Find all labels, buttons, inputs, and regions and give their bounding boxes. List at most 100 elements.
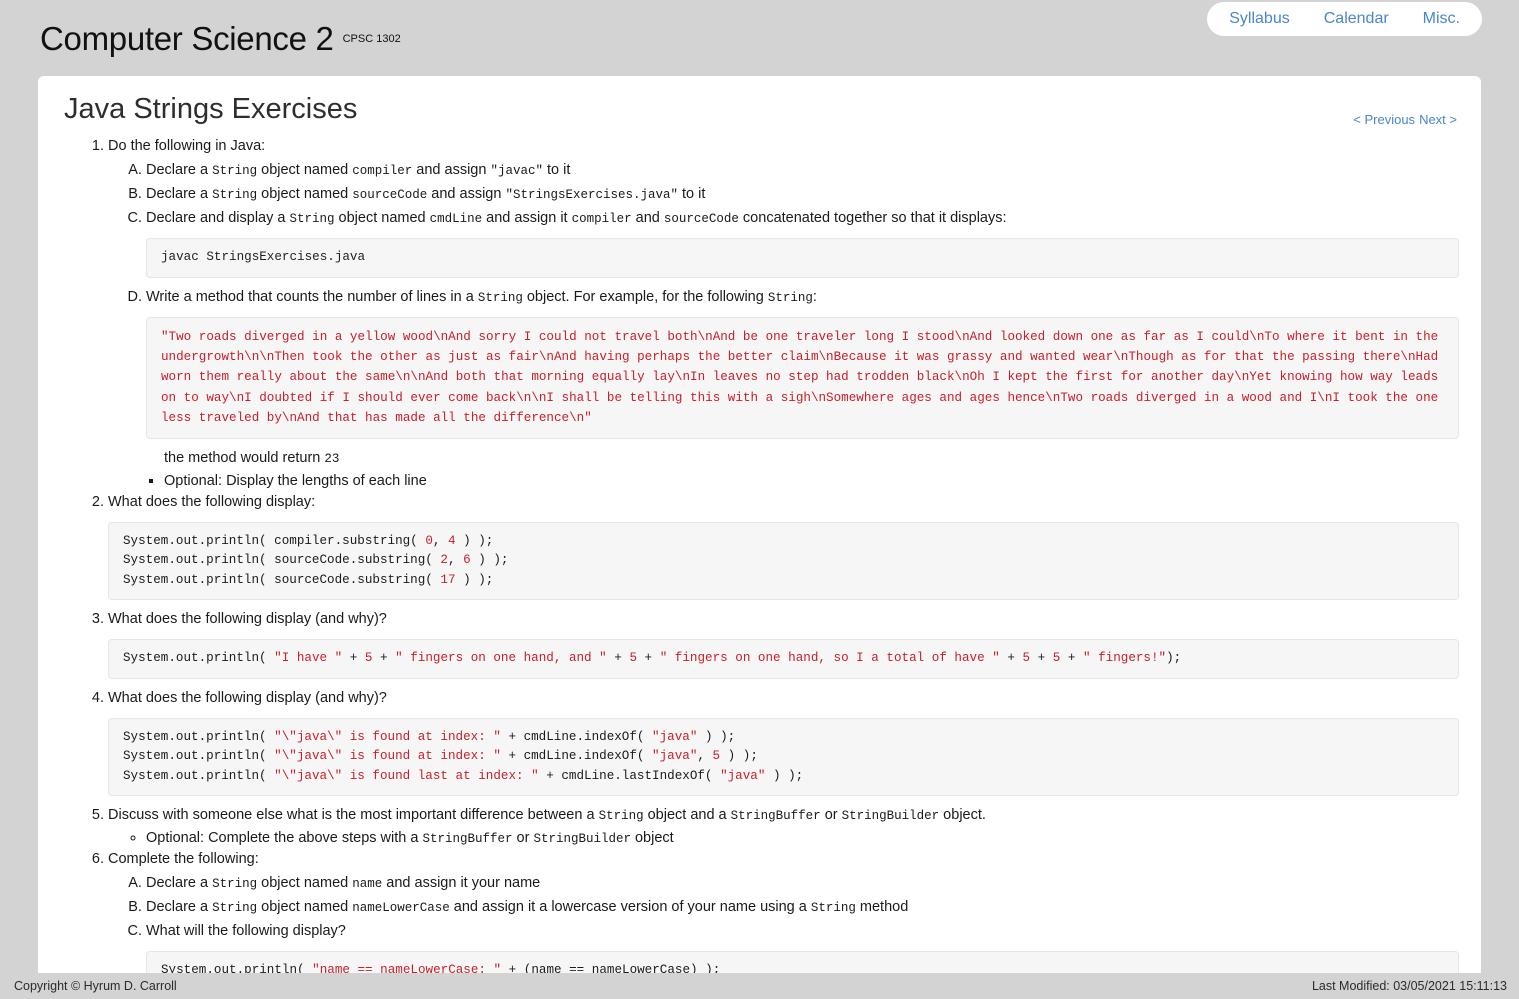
q1d-text-2: object. For example, for the following (522, 288, 768, 305)
nav-link-misc[interactable]: Misc. (1423, 10, 1460, 28)
main-nav: Syllabus Calendar Misc. (1207, 2, 1482, 36)
page-title: Java Strings Exercises (64, 93, 358, 125)
q6-prompt: Complete the following: (108, 851, 259, 868)
q5-type-3: StringBuilder (841, 809, 940, 824)
pager: < Previous Next > (1353, 112, 1457, 127)
q4-prompt: What does the following display (and why… (108, 689, 387, 706)
exercise-list: Do the following in Java: Declare a Stri… (60, 136, 1459, 973)
q1a-text-1: Declare a (146, 162, 213, 179)
list-item-3: What does the following display (and why… (108, 609, 1459, 679)
q1b-type: String (212, 188, 258, 203)
next-link[interactable]: Next > (1419, 112, 1457, 127)
q1c-text-5: concatenated together so that it display… (738, 210, 1007, 227)
q1d-poem-block: "Two roads diverged in a yellow wood\nAn… (146, 316, 1459, 439)
q2-code-block: System.out.println( compiler.substring( … (108, 521, 1459, 601)
q5opt-text-3: object (630, 830, 674, 847)
q5-text-2: object and a (643, 807, 731, 824)
q1d-optional-item: Optional: Display the lengths of each li… (164, 471, 1459, 492)
q1c-var: cmdLine (429, 212, 483, 227)
q1c-var3: sourceCode (663, 212, 739, 227)
q3-prompt: What does the following display (and why… (108, 611, 387, 628)
q6c-prompt: What will the following display? (146, 923, 346, 940)
q1c-text-3: and assign it (482, 210, 572, 227)
q1c-type: String (289, 212, 335, 227)
q5-type-1: String (598, 809, 644, 824)
q1d-type: String (477, 290, 523, 305)
q1c-text-4: and (631, 210, 664, 227)
list-item-6: Complete the following: Declare a String… (108, 849, 1459, 973)
q1a-text-2: object named (257, 162, 353, 179)
q1b-text-4: to it (677, 186, 706, 203)
q1-item-a: Declare a String object named compiler a… (146, 160, 1459, 181)
q1b-var: sourceCode (352, 188, 428, 203)
q1c-var2: compiler (571, 212, 632, 227)
q1b-text-3: and assign (427, 186, 506, 203)
q5-type-2: StringBuffer (730, 809, 821, 824)
q6b-var: nameLowerCase (352, 901, 450, 916)
q1c-code-block: javac StringsExercises.java (146, 238, 1459, 278)
q1-item-c: Declare and display a String object name… (146, 208, 1459, 278)
content-card: Java Strings Exercises < Previous Next > … (38, 76, 1481, 973)
site-header: Computer Science 2 CPSC 1302 Syllabus Ca… (0, 0, 1519, 70)
q1d-type2: String (767, 290, 813, 305)
q2-prompt: What does the following display: (108, 493, 316, 510)
q1b-text-1: Declare a (146, 186, 213, 203)
q6-sublist: Declare a String object named name and a… (108, 873, 1459, 973)
q6-item-c: What will the following display? System.… (146, 921, 1459, 973)
list-item-5: Discuss with someone else what is the mo… (108, 805, 1459, 849)
q1d-return-note: the method would return 23 (108, 448, 1459, 469)
q6b-type: String (212, 901, 258, 916)
q1c-text-2: object named (334, 210, 430, 227)
q6b-text-3: and assign it a lowercase version of you… (449, 899, 811, 916)
q1a-text-3: and assign (412, 162, 491, 179)
q5-text-4: object. (939, 807, 986, 824)
site-title: Computer Science 2 (40, 19, 334, 57)
q1d-optional-list: Optional: Display the lengths of each li… (108, 471, 1459, 492)
q1a-text-4: to it (542, 162, 571, 179)
list-item-1: Do the following in Java: Declare a Stri… (108, 136, 1459, 492)
page-footer: Copyright © Hyrum D. Carroll Last Modifi… (0, 973, 1519, 999)
q6c-code-block: System.out.println( "name == nameLowerCa… (146, 951, 1459, 973)
q6-item-b: Declare a String object named nameLowerC… (146, 897, 1459, 918)
q1-item-b: Declare a String object named sourceCode… (146, 184, 1459, 205)
q1-item-d: Write a method that counts the number of… (146, 287, 1459, 439)
q4-code-block: System.out.println( "\"java\" is found a… (108, 717, 1459, 797)
q6a-text-2: object named (257, 875, 353, 892)
last-modified-text: Last Modified: 03/05/2021 15:11:13 (1311, 979, 1507, 993)
q1a-var: compiler (352, 164, 413, 179)
q6a-var: name (352, 877, 383, 892)
q6b-text-1: Declare a (146, 899, 213, 916)
q5opt-type-1: StringBuffer (422, 832, 513, 847)
previous-link[interactable]: < Previous (1353, 112, 1415, 127)
q5opt-type-2: StringBuilder (533, 832, 631, 847)
course-code: CPSC 1302 (342, 33, 401, 45)
q5opt-text-1: Optional: Complete the above steps with … (146, 830, 423, 847)
q6-item-a: Declare a String object named name and a… (146, 873, 1459, 894)
q5-optional-item: Optional: Complete the above steps with … (146, 828, 1459, 849)
q1a-type: String (212, 164, 258, 179)
q5-text-3: or (820, 807, 842, 824)
nav-link-calendar[interactable]: Calendar (1324, 10, 1389, 28)
copyright-text: Copyright © Hyrum D. Carroll (14, 979, 177, 993)
q6b-type2: String (810, 901, 856, 916)
q1b-value: "StringsExercises.java" (505, 188, 678, 203)
q6a-text-1: Declare a (146, 875, 213, 892)
q5-optional-list: Optional: Complete the above steps with … (108, 828, 1459, 849)
q1d-text-1: Write a method that counts the number of… (146, 288, 478, 305)
q6b-text-4: method (855, 899, 909, 916)
nav-link-syllabus[interactable]: Syllabus (1229, 10, 1289, 28)
q5opt-text-2: or (512, 830, 534, 847)
q6b-text-2: object named (257, 899, 353, 916)
list-item-4: What does the following display (and why… (108, 688, 1459, 797)
q1d-return-text: the method would return (164, 449, 325, 466)
q5-text-1: Discuss with someone else what is the mo… (108, 807, 599, 824)
q1b-text-2: object named (257, 186, 353, 203)
q3-code-block: System.out.println( "I have " + 5 + " fi… (108, 639, 1459, 679)
q1-prompt: Do the following in Java: (108, 138, 266, 154)
list-item-2: What does the following display: System.… (108, 492, 1459, 601)
q1c-text-1: Declare and display a (146, 210, 290, 227)
q1d-return-value: 23 (324, 451, 340, 466)
q6a-type: String (212, 877, 258, 892)
content-header: Java Strings Exercises < Previous Next > (60, 93, 1459, 136)
q1-sublist: Declare a String object named compiler a… (108, 160, 1459, 439)
